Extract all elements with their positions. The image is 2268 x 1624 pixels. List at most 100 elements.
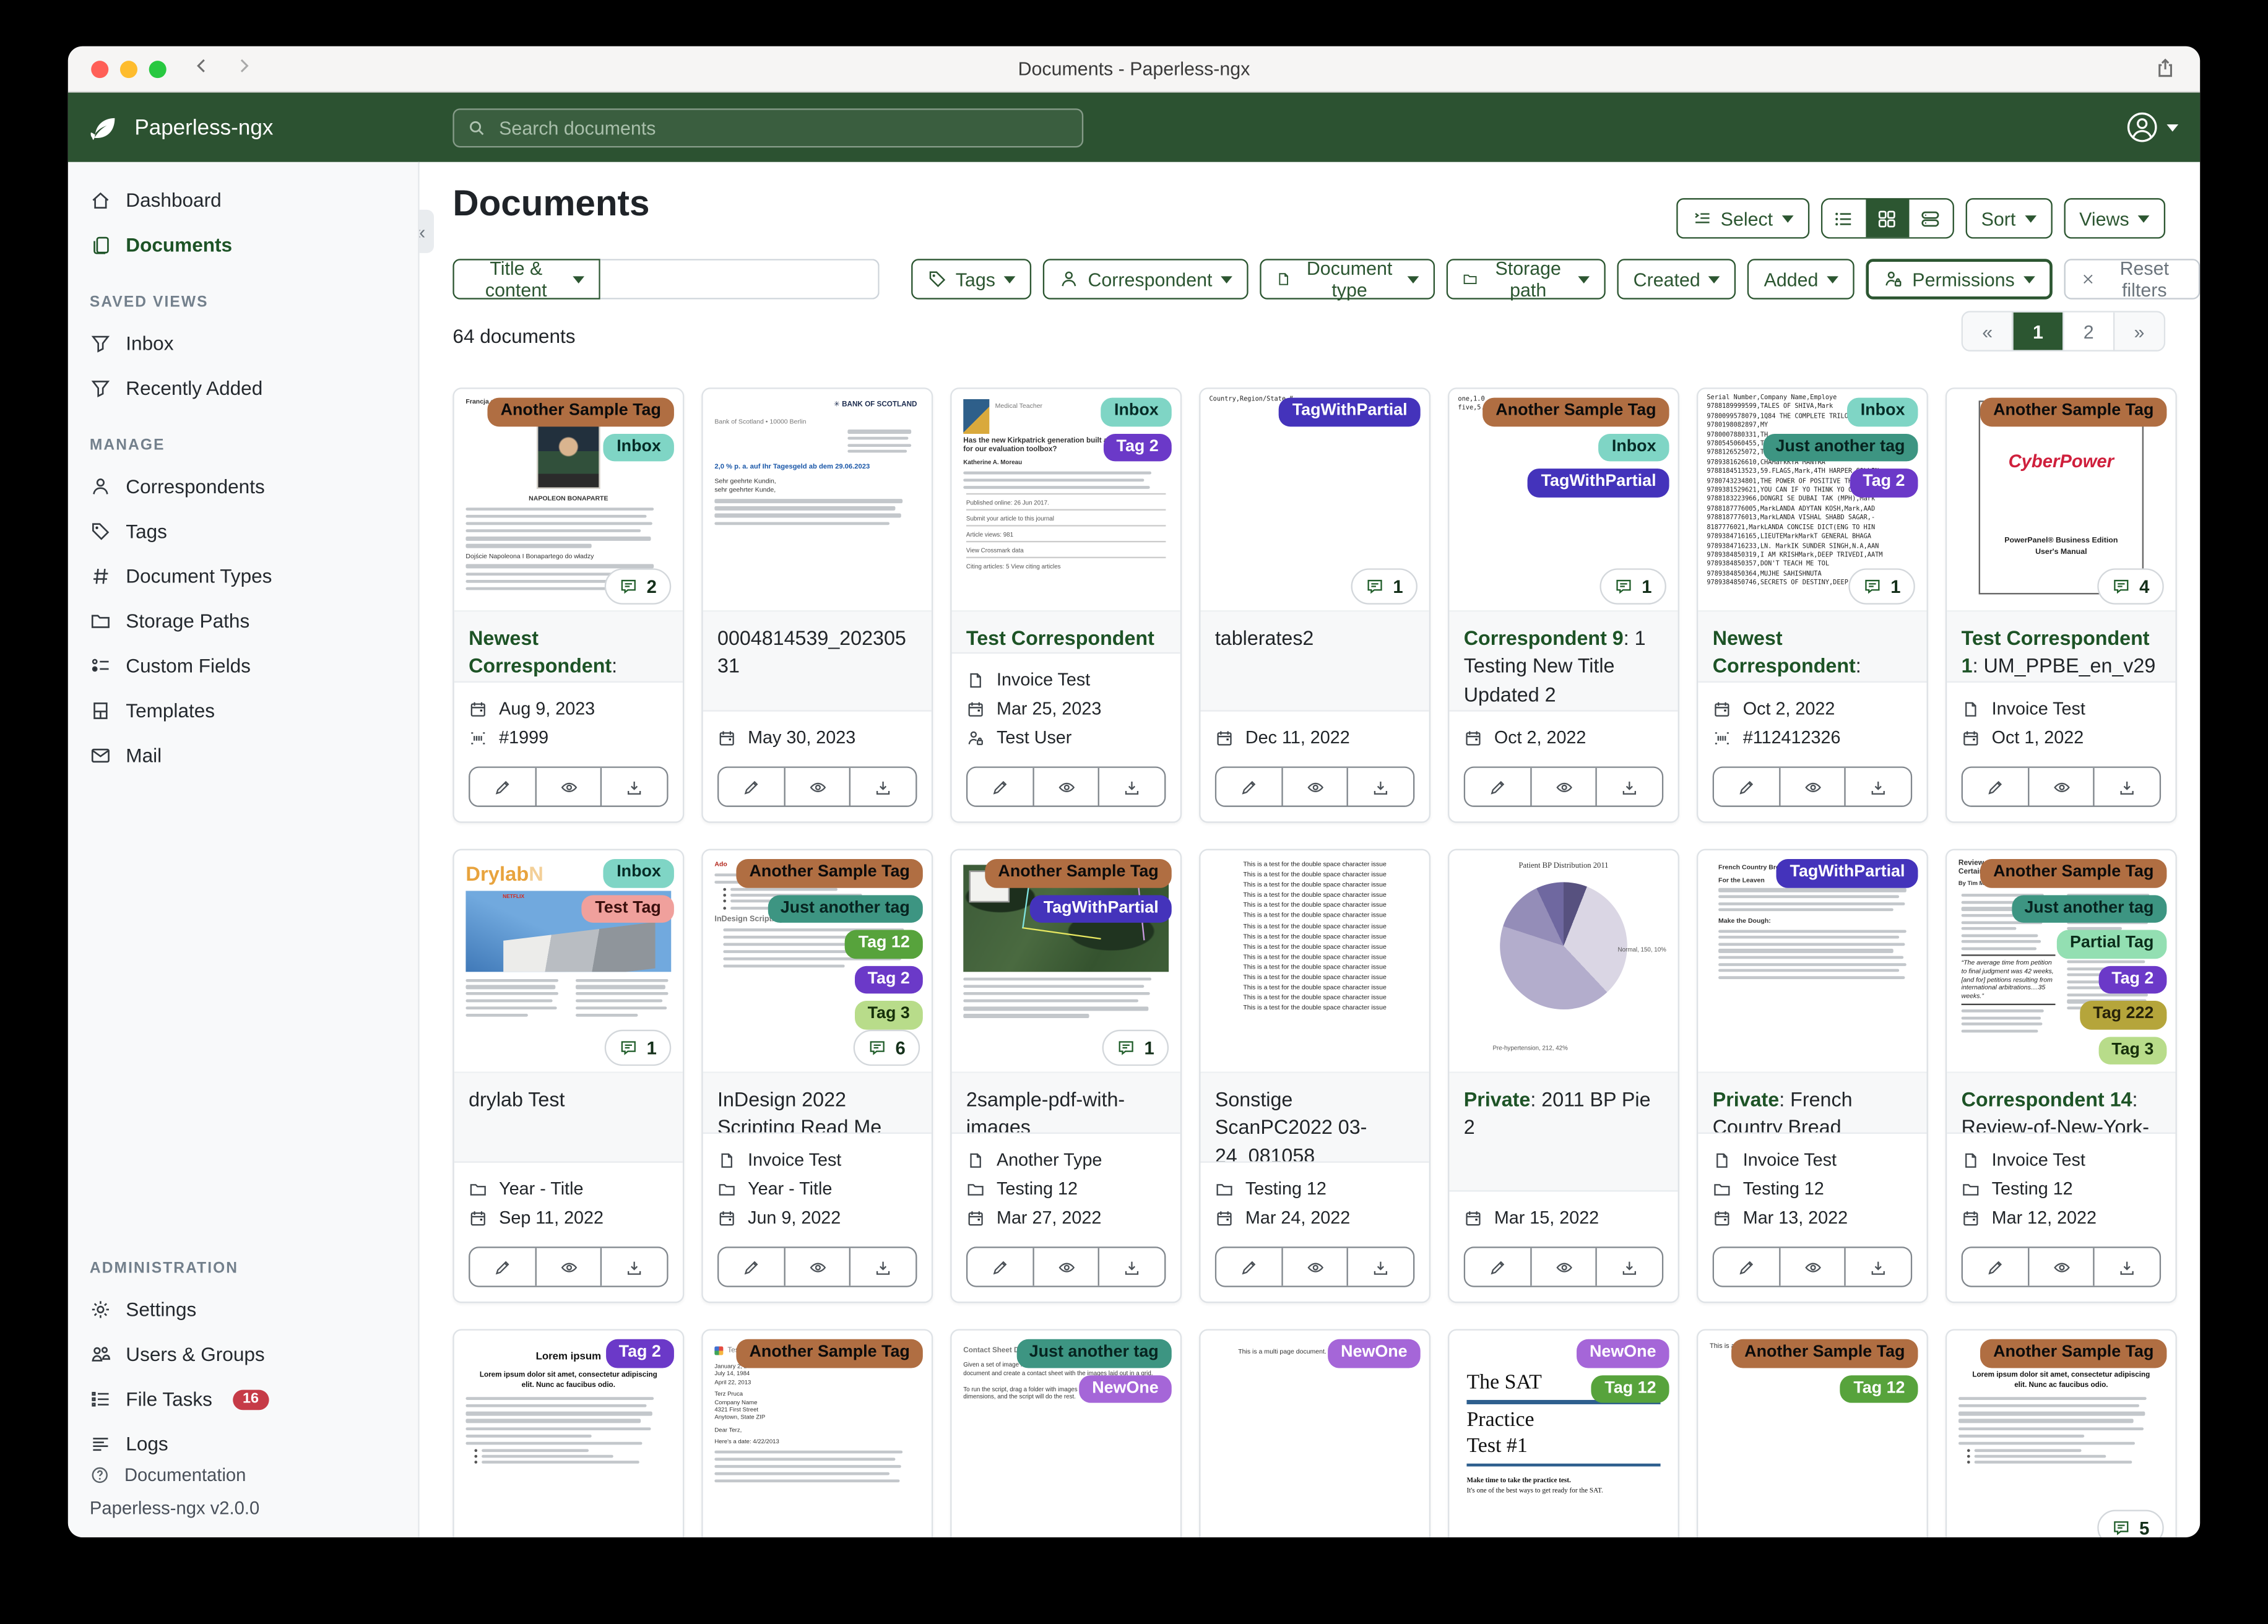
filter-reset-filters-button[interactable]: Reset filters <box>2064 257 2201 301</box>
edit-button[interactable] <box>719 1248 784 1286</box>
notes-count[interactable]: 1 <box>1599 568 1666 605</box>
filter-tags-button[interactable]: Tags <box>911 259 1032 300</box>
document-title-link[interactable]: Newest Correspondent: Sample100.csv <box>1698 611 1927 683</box>
notes-count[interactable]: 2 <box>604 568 672 605</box>
document-correspondent[interactable]: Private <box>1713 1089 1780 1111</box>
tag-pill[interactable]: TagWithPartial <box>1279 397 1421 426</box>
sidebar-item-documentation[interactable]: Documentation <box>68 1456 418 1494</box>
user-menu[interactable] <box>2125 110 2179 145</box>
tag-pill[interactable]: Inbox <box>604 433 674 462</box>
document-title-link[interactable]: InDesign 2022 Scripting Read Me <box>703 1073 932 1134</box>
download-button[interactable] <box>849 767 916 806</box>
sidebar-item-inbox[interactable]: Inbox <box>68 321 418 366</box>
tag-pill[interactable]: Tag 222 <box>2080 1001 2167 1029</box>
document-thumbnail[interactable]: Serial Number,Company Name,Employe 978818… <box>1698 389 1927 612</box>
document-title-link[interactable]: Correspondent 14: Review-of-New-York-Fed… <box>1947 1073 2176 1134</box>
tag-pill[interactable]: Just another tag <box>2011 894 2167 923</box>
preview-button[interactable] <box>1530 1248 1596 1286</box>
download-button[interactable] <box>1845 767 1911 806</box>
edit-button[interactable] <box>1216 1248 1281 1286</box>
download-button[interactable] <box>1347 1248 1413 1286</box>
document-thumbnail[interactable]: Medical Teacher Has the new Kirkpatrick … <box>951 389 1180 612</box>
download-button[interactable] <box>1347 767 1413 806</box>
tag-pill[interactable]: TagWithPartial <box>1777 859 1918 888</box>
document-title-link[interactable]: Sonstige ScanPC2022 03-24_081058 <box>1200 1073 1429 1163</box>
edit-button[interactable] <box>1465 1248 1530 1286</box>
tag-pill[interactable]: TagWithPartial <box>1030 894 1172 923</box>
document-correspondent[interactable]: Newest Correspondent <box>469 628 612 677</box>
sidebar-item-storage-paths[interactable]: Storage Paths <box>68 598 418 643</box>
tag-pill[interactable]: Just another tag <box>767 894 923 923</box>
sort-button[interactable]: Sort <box>1965 198 2052 239</box>
edit-button[interactable] <box>1714 767 1779 806</box>
document-correspondent[interactable]: Test Correspondent 1 <box>966 628 1154 652</box>
tag-pill[interactable]: Inbox <box>1847 397 1918 426</box>
sidebar-item-documents[interactable]: Documents <box>68 223 418 267</box>
tag-pill[interactable]: NewOne <box>1328 1339 1421 1368</box>
filter-correspondent-button[interactable]: Correspondent <box>1043 259 1249 300</box>
preview-button[interactable] <box>534 1248 601 1286</box>
download-button[interactable] <box>600 767 667 806</box>
tag-pill[interactable]: Another Sample Tag <box>736 859 923 888</box>
document-title-link[interactable]: Test Correspondent 1: UM_PPBE_en_v29 <box>1947 611 2176 683</box>
tag-pill[interactable]: Test Tag <box>582 894 674 923</box>
document-thumbnail[interactable]: French Country Bread For the Leaven Make… <box>1698 850 1927 1073</box>
document-thumbnail[interactable]: Country,Region/State,“ TagWithPartial 1 <box>1200 389 1429 612</box>
document-title-link[interactable]: drylab Test <box>454 1073 683 1163</box>
tag-pill[interactable]: NewOne <box>1079 1375 1172 1403</box>
download-button[interactable] <box>1098 767 1165 806</box>
document-thumbnail[interactable]: This is a test Another Sample Tag Tag 12 <box>1698 1330 1927 1537</box>
edit-button[interactable] <box>719 767 784 806</box>
select-button[interactable]: Select <box>1676 198 1809 239</box>
notes-count[interactable]: 1 <box>1351 568 1418 605</box>
document-thumbnail[interactable]: The SAT Practice Test #1 Make time to tak… <box>1449 1330 1678 1537</box>
notes-count[interactable]: 1 <box>1848 568 1915 605</box>
tag-pill[interactable]: Another Sample Tag <box>736 1339 923 1368</box>
edit-button[interactable] <box>1962 1248 2028 1286</box>
document-title-link[interactable]: 0004814539_20230531 <box>703 611 932 712</box>
preview-button[interactable] <box>783 767 850 806</box>
preview-button[interactable] <box>2027 767 2094 806</box>
edit-button[interactable] <box>470 767 535 806</box>
view-mode-cards[interactable] <box>1908 199 1952 238</box>
preview-button[interactable] <box>1032 767 1099 806</box>
tag-pill[interactable]: Tag 12 <box>1840 1375 1918 1403</box>
tag-pill[interactable]: Another Sample Tag <box>1731 1339 1918 1368</box>
document-correspondent[interactable]: Newest Correspondent <box>1713 628 1856 677</box>
download-button[interactable] <box>849 1248 916 1286</box>
page-1[interactable]: 1 <box>2012 312 2063 350</box>
page-2[interactable]: 2 <box>2062 312 2113 350</box>
sidebar-item-file-tasks[interactable]: File Tasks 16 <box>68 1377 418 1422</box>
tag-pill[interactable]: Tag 3 <box>854 1001 923 1029</box>
tag-pill[interactable]: NewOne <box>1576 1339 1669 1368</box>
document-thumbnail[interactable]: Lorem ipsum Lorem ipsum dolor sit amet, … <box>1947 1330 2176 1537</box>
document-correspondent[interactable]: Correspondent 9 <box>1464 628 1624 649</box>
tag-pill[interactable]: Another Sample Tag <box>1482 397 1669 426</box>
document-thumbnail[interactable]: Ado InDesign Scripting Documentation Ano… <box>703 850 932 1073</box>
filter-created-button[interactable]: Created <box>1617 259 1737 300</box>
notes-count[interactable]: 1 <box>604 1029 672 1066</box>
filter-permissions-button[interactable]: Permissions <box>1866 259 2053 300</box>
download-button[interactable] <box>1098 1248 1165 1286</box>
view-mode-list[interactable] <box>1822 199 1866 238</box>
download-button[interactable] <box>1845 1248 1911 1286</box>
notes-count[interactable]: 4 <box>2097 568 2164 605</box>
filter-text-input[interactable] <box>599 259 879 300</box>
sidebar-item-templates[interactable]: Templates <box>68 688 418 733</box>
document-thumbnail[interactable]: This is a test for the double space char… <box>1200 850 1429 1073</box>
preview-button[interactable] <box>1530 767 1596 806</box>
sidebar-collapse-button[interactable]: « <box>419 209 435 253</box>
document-correspondent[interactable]: Private <box>1464 1089 1531 1111</box>
tag-pill[interactable]: Just another tag <box>1016 1339 1172 1368</box>
edit-button[interactable] <box>1465 767 1530 806</box>
download-button[interactable] <box>1596 1248 1662 1286</box>
filter-document-type-button[interactable]: Document type <box>1260 257 1435 301</box>
document-thumbnail[interactable]: Contact Sheet Demo Given a set of image … <box>951 1330 1180 1537</box>
sidebar-item-settings[interactable]: Settings <box>68 1287 418 1332</box>
page-»[interactable]: » <box>2113 312 2164 350</box>
sidebar-item-dashboard[interactable]: Dashboard <box>68 178 418 222</box>
search-field-selector[interactable]: Title & content <box>452 257 600 301</box>
document-title-link[interactable]: Test Correspondent 1: [paperless] test p… <box>951 611 1180 654</box>
document-thumbnail[interactable]: CyberPower PowerPanel® Business Edition U… <box>1947 389 2176 612</box>
edit-button[interactable] <box>470 1248 535 1286</box>
